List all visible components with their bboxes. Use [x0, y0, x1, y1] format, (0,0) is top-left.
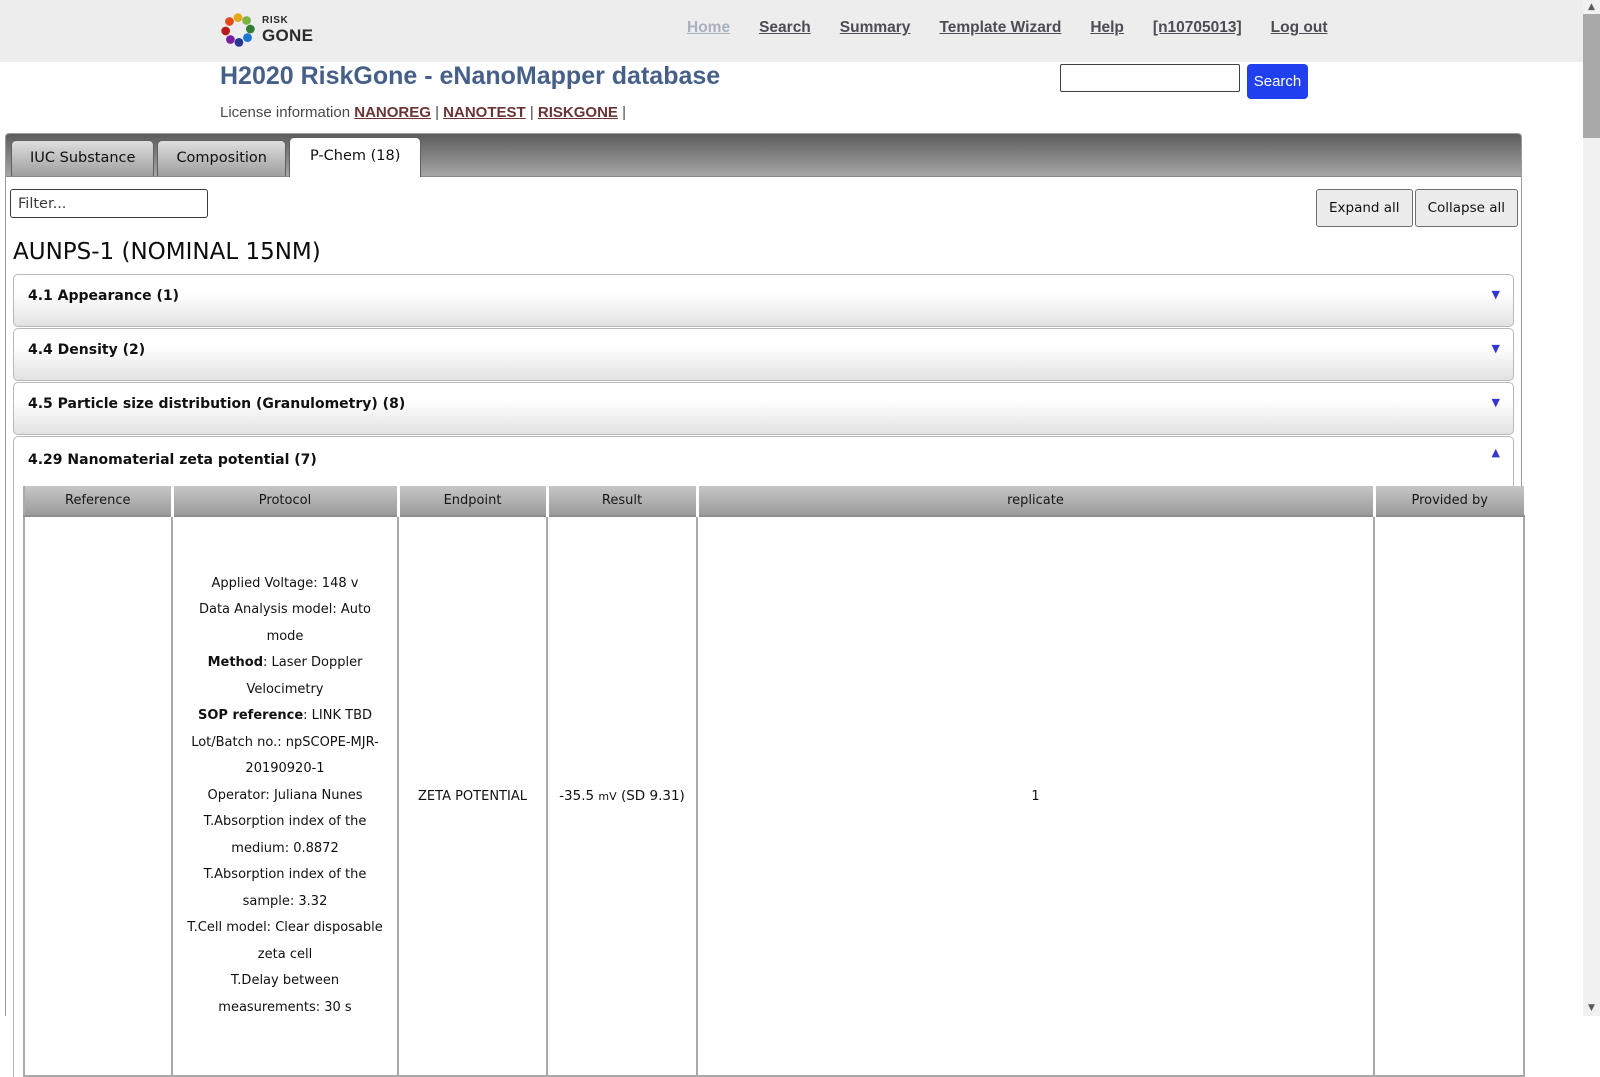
logo-word-gone: GONE — [262, 27, 313, 44]
section-appearance-header[interactable]: 4.1 Appearance (1) ▼ — [13, 274, 1514, 327]
protocol-line: T.Absorption index of the medium: 0.8872 — [174, 809, 396, 862]
chevron-up-icon[interactable]: ▲ — [1492, 446, 1500, 459]
logo-word-risk: RISK — [262, 16, 313, 26]
chevron-down-icon[interactable]: ▼ — [1492, 396, 1500, 409]
scroll-up-icon[interactable]: ▲ — [1583, 0, 1600, 15]
tab-bar: IUC Substance Composition P-Chem (18) — [6, 134, 1521, 177]
cell-provided-by — [1374, 516, 1524, 1076]
result-sd: (SD 9.31) — [621, 788, 685, 804]
protocol-lines: Applied Voltage: 148 vData Analysis mode… — [174, 571, 396, 1022]
section-title: 4.5 Particle size distribution (Granulom… — [28, 396, 405, 412]
protocol-line: T.Cell model: Clear disposable zeta cell — [174, 915, 396, 968]
tab-composition[interactable]: Composition — [157, 140, 286, 176]
chevron-down-icon[interactable]: ▼ — [1492, 342, 1500, 355]
protocol-line: T.Absorption index of the sample: 3.32 — [174, 862, 396, 915]
scroll-down-icon[interactable]: ▼ — [1583, 1001, 1600, 1016]
search-button[interactable]: Search — [1247, 64, 1308, 99]
cell-reference — [24, 516, 172, 1076]
license-link-nanoreg[interactable]: NANOREG — [354, 104, 431, 121]
accordion-toolbar: Expand all Collapse all — [1316, 189, 1518, 227]
results-table: Reference Protocol Endpoint Result repli… — [23, 486, 1525, 1077]
cell-protocol: Applied Voltage: 148 vData Analysis mode… — [172, 516, 398, 1076]
top-bar: RISK GONE Home Search Summary Template W… — [0, 0, 1583, 62]
tab-p-chem[interactable]: P-Chem (18) — [289, 137, 421, 177]
nav-logout[interactable]: Log out — [1271, 19, 1328, 37]
license-separator: | — [435, 104, 439, 121]
column-header-endpoint[interactable]: Endpoint — [398, 486, 547, 516]
license-separator: | — [622, 104, 626, 121]
result-value: -35.5 mV (SD 9.31) — [559, 788, 685, 804]
section-title: 4.1 Appearance (1) — [28, 288, 179, 304]
riskgone-logo: RISK GONE — [219, 10, 313, 50]
tab-content: Expand all Collapse all AUNPS-1 (NOMINAL… — [6, 177, 1521, 1077]
column-header-provided-by[interactable]: Provided by — [1374, 486, 1524, 516]
cell-result: -35.5 mV (SD 9.31) — [547, 516, 697, 1076]
license-label: License information — [220, 104, 350, 121]
protocol-line: Data Analysis model: Auto mode — [174, 597, 396, 650]
license-line: License information NANOREG | NANOTEST |… — [220, 104, 626, 121]
collapse-all-button[interactable]: Collapse all — [1415, 189, 1518, 227]
protocol-line: Operator: Juliana Nunes — [174, 783, 396, 810]
scrollbar-thumb[interactable] — [1583, 14, 1600, 138]
cell-replicate: 1 — [697, 516, 1374, 1076]
protocol-line: T.Delay between measurements: 30 s — [174, 968, 396, 1021]
endpoint-value: ZETA POTENTIAL — [418, 789, 527, 804]
main-nav: Home Search Summary Template Wizard Help… — [687, 19, 1327, 37]
accordion: 4.1 Appearance (1) ▼ 4.4 Density (2) ▼ 4… — [13, 274, 1514, 1077]
nav-search[interactable]: Search — [759, 19, 811, 37]
column-header-reference[interactable]: Reference — [24, 486, 172, 516]
nav-summary[interactable]: Summary — [840, 19, 911, 37]
section-zeta-potential: 4.29 Nanomaterial zeta potential (7) ▲ R… — [13, 436, 1514, 1077]
nav-template-wizard[interactable]: Template Wizard — [939, 19, 1061, 37]
riskgone-pinwheel-icon — [219, 10, 257, 50]
section-density-header[interactable]: 4.4 Density (2) ▼ — [13, 328, 1514, 381]
protocol-line: Lot/Batch no.: npSCOPE-MJR-20190920-1 — [174, 730, 396, 783]
cell-endpoint: ZETA POTENTIAL — [398, 516, 547, 1076]
table-row: Applied Voltage: 148 vData Analysis mode… — [24, 516, 1524, 1076]
protocol-line: Applied Voltage: 148 v — [174, 571, 396, 598]
license-link-nanotest[interactable]: NANOTEST — [443, 104, 526, 121]
column-header-result[interactable]: Result — [547, 486, 697, 516]
section-granulometry-header[interactable]: 4.5 Particle size distribution (Granulom… — [13, 382, 1514, 435]
protocol-line: Method: Laser Doppler Velocimetry — [174, 650, 396, 703]
vertical-scrollbar[interactable]: ▲ ▼ — [1583, 0, 1600, 1016]
substance-title: AUNPS-1 (NOMINAL 15NM) — [13, 239, 1517, 265]
filter-input[interactable] — [10, 189, 208, 218]
column-header-replicate[interactable]: replicate — [697, 486, 1374, 516]
license-link-riskgone[interactable]: RISKGONE — [538, 104, 618, 121]
main-panel: IUC Substance Composition P-Chem (18) Ex… — [5, 133, 1522, 1016]
expand-all-button[interactable]: Expand all — [1316, 189, 1413, 227]
column-header-protocol[interactable]: Protocol — [172, 486, 398, 516]
result-unit: mV — [598, 790, 616, 803]
search-input[interactable] — [1060, 64, 1240, 92]
section-title: 4.4 Density (2) — [28, 342, 145, 358]
protocol-line: SOP reference: LINK TBD — [174, 703, 396, 730]
replicate-value: 1 — [1031, 789, 1039, 804]
section-zeta-potential-header[interactable]: 4.29 Nanomaterial zeta potential (7) ▲ — [14, 437, 1513, 480]
tab-iuc-substance[interactable]: IUC Substance — [11, 140, 154, 176]
section-title: 4.29 Nanomaterial zeta potential (7) — [28, 452, 317, 468]
nav-user-id[interactable]: [n10705013] — [1153, 19, 1242, 37]
logo-wordmark: RISK GONE — [262, 16, 313, 44]
chevron-down-icon[interactable]: ▼ — [1492, 288, 1500, 301]
table-header-row: Reference Protocol Endpoint Result repli… — [24, 486, 1524, 516]
license-separator: | — [530, 104, 534, 121]
page-title: H2020 RiskGone - eNanoMapper database — [220, 62, 720, 91]
nav-home[interactable]: Home — [687, 19, 730, 37]
nav-help[interactable]: Help — [1090, 19, 1124, 37]
